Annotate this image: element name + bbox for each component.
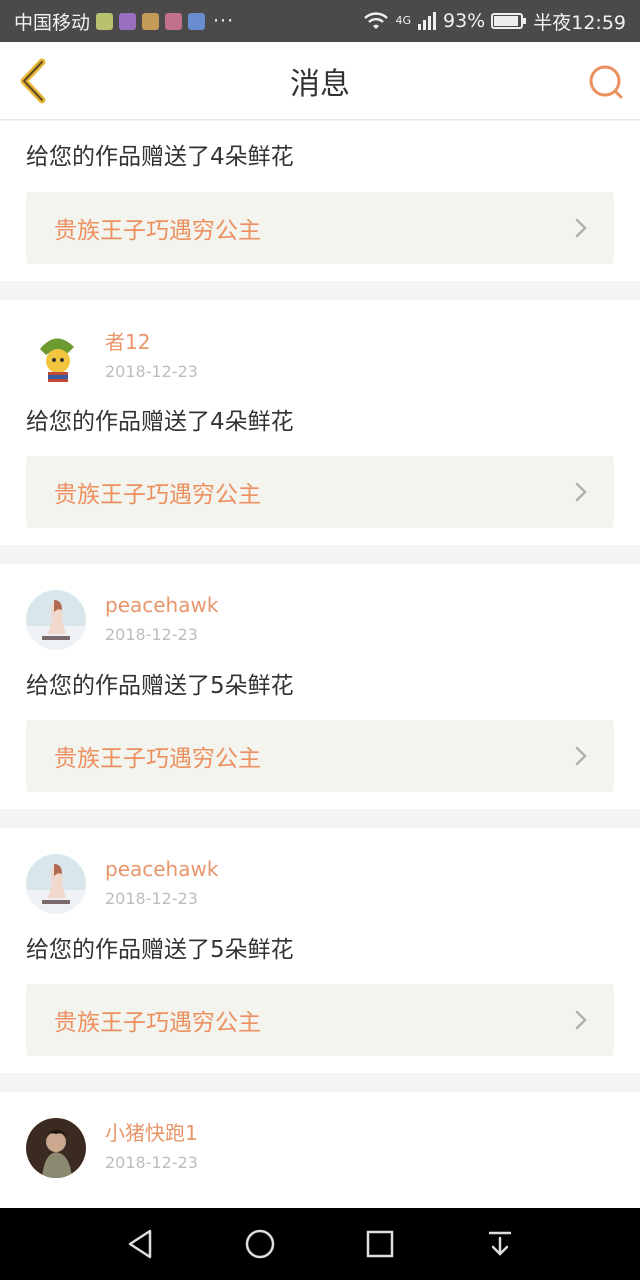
app-header: 消息 [0, 42, 640, 120]
avatar[interactable] [26, 327, 86, 387]
work-title: 贵族王子巧遇穷公主 [54, 746, 261, 772]
message-card: 给您的作品赠送了4朵鲜花 贵族王子巧遇穷公主 [0, 121, 640, 281]
message-date: 2018-12-23 [105, 362, 198, 381]
home-circle-icon [245, 1229, 275, 1259]
work-link[interactable]: 贵族王子巧遇穷公主 [26, 720, 614, 792]
message-card: peacehawk 2018-12-23 给您的作品赠送了5朵鲜花 贵族王子巧遇… [0, 564, 640, 809]
pull-down-icon [489, 1231, 511, 1256]
message-date: 2018-12-23 [105, 1153, 198, 1172]
status-bar: 中国移动 ··· 4G 93% 半夜12:59 [0, 0, 640, 42]
app-notification-icon [165, 12, 183, 30]
sender-row[interactable]: peacehawk 2018-12-23 [26, 590, 218, 650]
battery-percent: 93% [443, 10, 486, 32]
sender-name[interactable]: peacehawk [105, 855, 218, 883]
clock: 半夜12:59 [533, 11, 626, 34]
wifi-icon [364, 12, 389, 29]
message-card: 小猪快跑1 2018-12-23 [0, 1092, 640, 1208]
work-link[interactable]: 贵族王子巧遇穷公主 [26, 192, 614, 264]
app-notification-icon [96, 12, 114, 30]
chevron-right-icon [575, 746, 587, 766]
sender-meta: peacehawk 2018-12-23 [105, 591, 218, 649]
more-notifications: ··· [213, 10, 235, 32]
work-title: 贵族王子巧遇穷公主 [54, 218, 261, 244]
battery-icon [491, 13, 527, 29]
gift-message: 给您的作品赠送了4朵鲜花 [26, 409, 294, 435]
work-title: 贵族王子巧遇穷公主 [54, 482, 261, 508]
sender-name[interactable]: 者12 [105, 328, 198, 356]
sender-row[interactable]: peacehawk 2018-12-23 [26, 854, 218, 914]
message-date: 2018-12-23 [105, 625, 198, 644]
message-date: 2018-12-23 [105, 889, 198, 908]
chevron-right-icon [575, 218, 587, 238]
gift-message: 给您的作品赠送了4朵鲜花 [26, 144, 294, 170]
avatar[interactable] [26, 854, 86, 914]
work-link[interactable]: 贵族王子巧遇穷公主 [26, 456, 614, 528]
system-nav-bar [0, 1208, 640, 1280]
sender-meta: 小猪快跑1 2018-12-23 [105, 1119, 198, 1177]
chevron-right-icon [575, 1010, 587, 1030]
sender-name[interactable]: 小猪快跑1 [105, 1119, 198, 1147]
nav-back-button[interactable] [120, 1224, 160, 1264]
sender-name[interactable]: peacehawk [105, 591, 218, 619]
sender-meta: 者12 2018-12-23 [105, 328, 198, 386]
chevron-right-icon [575, 482, 587, 502]
work-link[interactable]: 贵族王子巧遇穷公主 [26, 984, 614, 1056]
signal-icon [418, 12, 436, 30]
network-type: 4G [395, 13, 411, 27]
back-triangle-icon [128, 1229, 152, 1259]
status-right: 4G 93% 半夜12:59 [363, 8, 626, 35]
nav-home-button[interactable] [240, 1224, 280, 1264]
message-card: peacehawk 2018-12-23 给您的作品赠送了5朵鲜花 贵族王子巧遇… [0, 828, 640, 1073]
work-title: 贵族王子巧遇穷公主 [54, 1010, 261, 1036]
search-icon[interactable] [586, 62, 626, 102]
nav-recents-button[interactable] [360, 1224, 400, 1264]
chevron-left-icon[interactable] [14, 58, 58, 104]
app-notification-icon [142, 12, 160, 30]
recents-square-icon [366, 1230, 394, 1258]
gift-message: 给您的作品赠送了5朵鲜花 [26, 673, 294, 699]
sender-meta: peacehawk 2018-12-23 [105, 855, 218, 913]
gift-message: 给您的作品赠送了5朵鲜花 [26, 937, 294, 963]
message-card: 者12 2018-12-23 给您的作品赠送了4朵鲜花 贵族王子巧遇穷公主 [0, 300, 640, 545]
nav-notifications-button[interactable] [480, 1224, 520, 1264]
page-title: 消息 [290, 66, 350, 102]
message-list[interactable]: 给您的作品赠送了4朵鲜花 贵族王子巧遇穷公主 者12 2018-12-23 给您… [0, 121, 640, 1208]
avatar[interactable] [26, 590, 86, 650]
battery-level [494, 16, 519, 26]
sender-row[interactable]: 小猪快跑1 2018-12-23 [26, 1118, 198, 1178]
sender-row[interactable]: 者12 2018-12-23 [26, 327, 198, 387]
music-notification-icon [188, 12, 206, 30]
app-notification-icon [119, 12, 137, 30]
carrier-label: 中国移动 [14, 11, 91, 34]
avatar[interactable] [26, 1118, 86, 1178]
status-left: 中国移动 ··· [14, 8, 234, 35]
